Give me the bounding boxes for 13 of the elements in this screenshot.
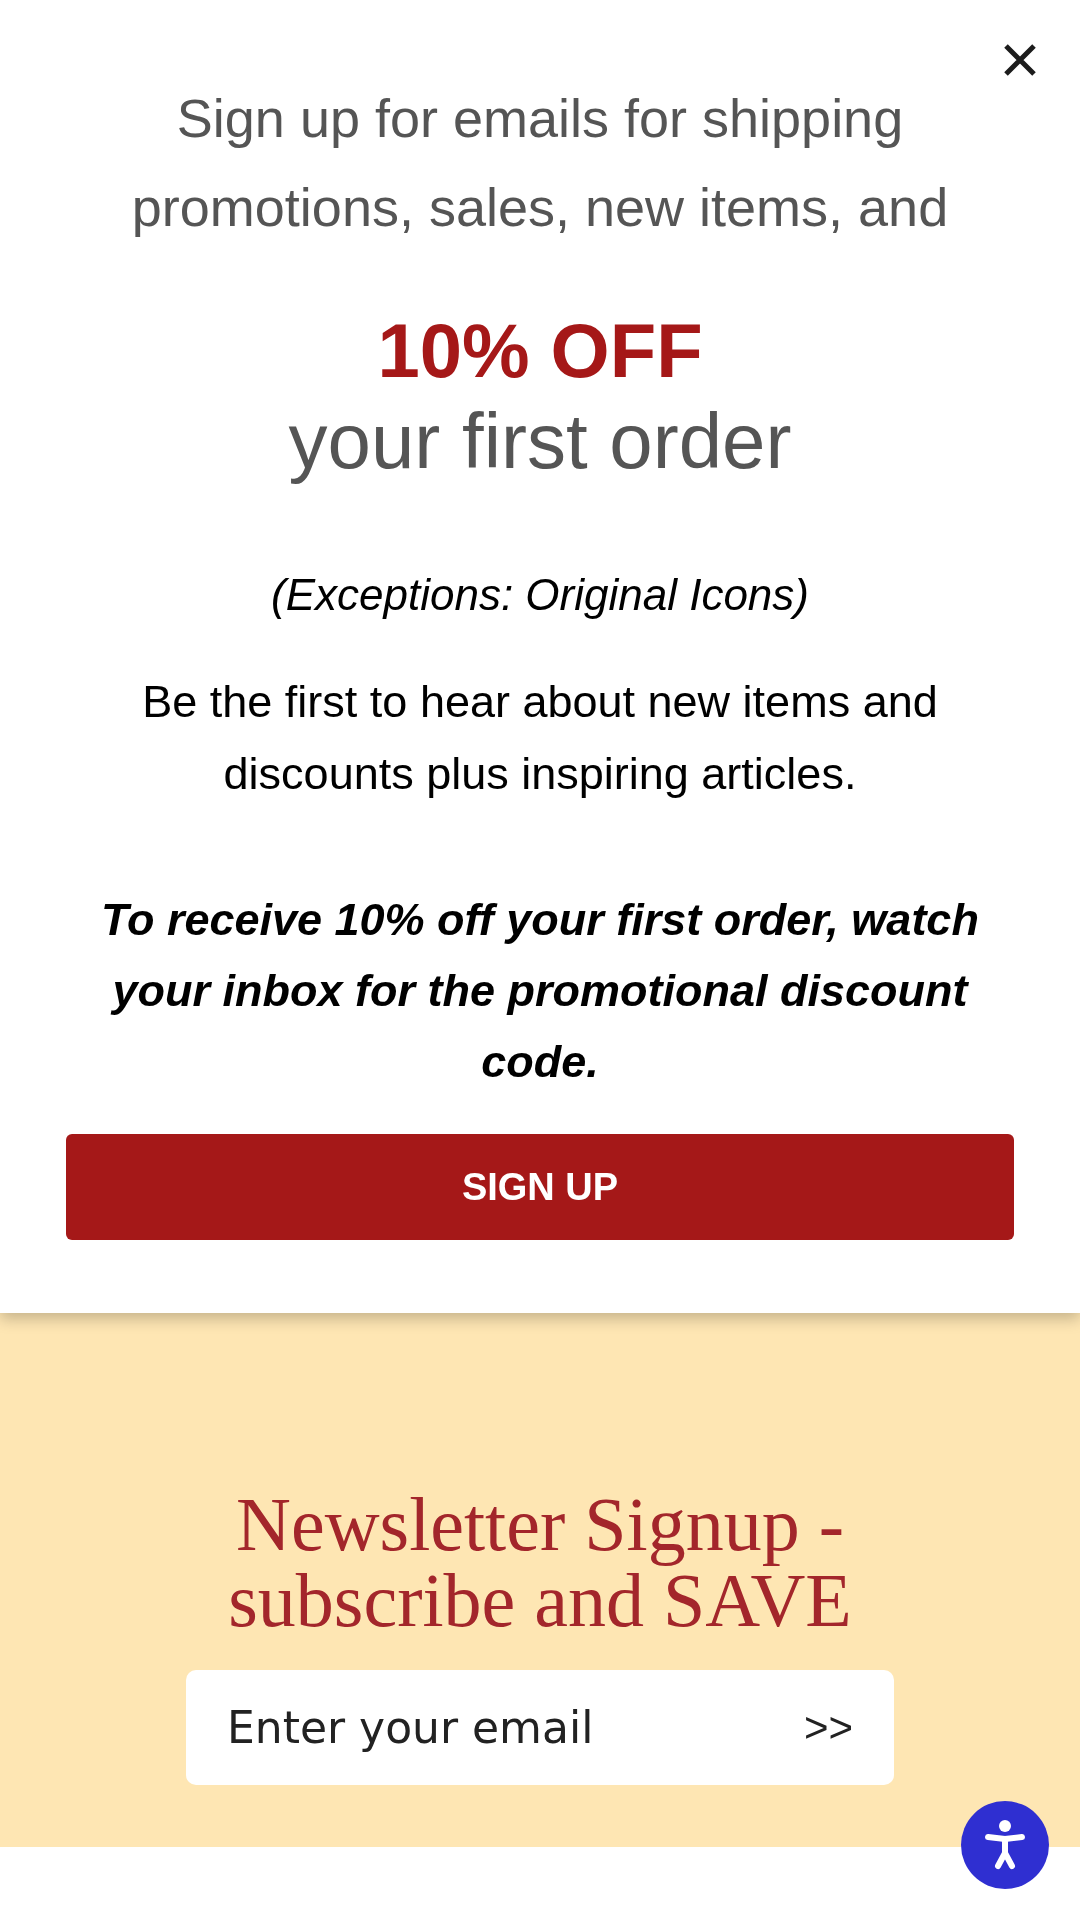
close-icon [1003, 43, 1037, 77]
sign-up-button[interactable]: SIGN UP [66, 1134, 1014, 1240]
newsletter-heading: Newsletter Signup - subscribe and SAVE [227, 1486, 853, 1638]
offer-heading: 10% OFF [377, 307, 703, 395]
exceptions-note: (Exceptions: Original Icons) [271, 569, 809, 621]
close-button[interactable] [1003, 43, 1037, 77]
discount-note: To receive 10% off your first order, watch your inbox for the promotional discount code. [100, 893, 980, 1089]
accessibility-icon[interactable] [961, 1801, 1049, 1889]
description-text: Be the first to hear about new items and discounts plus inspiring articles. [141, 675, 939, 801]
offer-subheading: your first order [288, 396, 792, 486]
email-field[interactable]: Enter your email >> [186, 1670, 894, 1785]
submit-button[interactable]: >> [803, 1706, 853, 1749]
intro-text: Sign up for emails for shipping promotions, sales, new items, and [130, 87, 950, 239]
